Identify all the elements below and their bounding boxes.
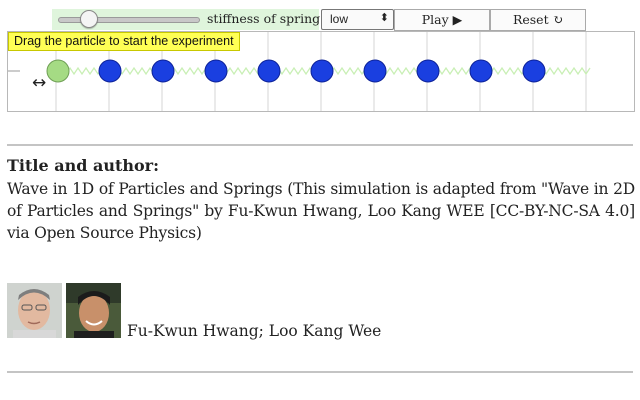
section-heading: Title and author: (7, 156, 159, 175)
author-photo-loo-kang-wee (66, 283, 121, 338)
stiffness-select[interactable]: low ⬍ (321, 9, 394, 30)
control-bar: stiffness of spring: low ⬍ Play ▶ Reset … (52, 9, 586, 31)
drag-arrow-icon[interactable]: ↔ (32, 73, 46, 93)
instruction-tooltip: Drag the particle to start the experimen… (8, 32, 240, 51)
particle[interactable] (257, 59, 281, 83)
particle[interactable] (310, 59, 334, 83)
stiffness-select-value: low (330, 12, 349, 26)
slider-track[interactable] (58, 17, 200, 23)
particle[interactable] (98, 59, 122, 83)
particle[interactable] (416, 59, 440, 83)
simulation-panel: ↔ Drag the particle to start the experim… (7, 31, 635, 112)
stiffness-label-container: stiffness of spring: (204, 9, 324, 30)
particle[interactable] (204, 59, 228, 83)
slider-container (52, 9, 204, 30)
particle[interactable] (363, 59, 387, 83)
stiffness-label: stiffness of spring: (207, 11, 325, 26)
reset-button[interactable]: Reset ↻ (490, 9, 586, 31)
author-names: Fu-Kwun Hwang; Loo Kang Wee (127, 322, 382, 340)
particle-draggable[interactable] (46, 59, 70, 83)
simulation-description: Wave in 1D of Particles and Springs (Thi… (7, 180, 635, 242)
particle[interactable] (522, 59, 546, 83)
particle[interactable] (469, 59, 493, 83)
slider-thumb[interactable] (80, 10, 99, 28)
particle[interactable] (151, 59, 175, 83)
divider-top (7, 144, 633, 146)
select-arrows-icon: ⬍ (379, 12, 389, 24)
portrait-image (66, 283, 121, 338)
divider-bottom (7, 371, 633, 373)
play-button[interactable]: Play ▶ (394, 9, 490, 31)
portrait-image (7, 283, 62, 338)
author-photo-fu-kwun-hwang (7, 283, 62, 338)
